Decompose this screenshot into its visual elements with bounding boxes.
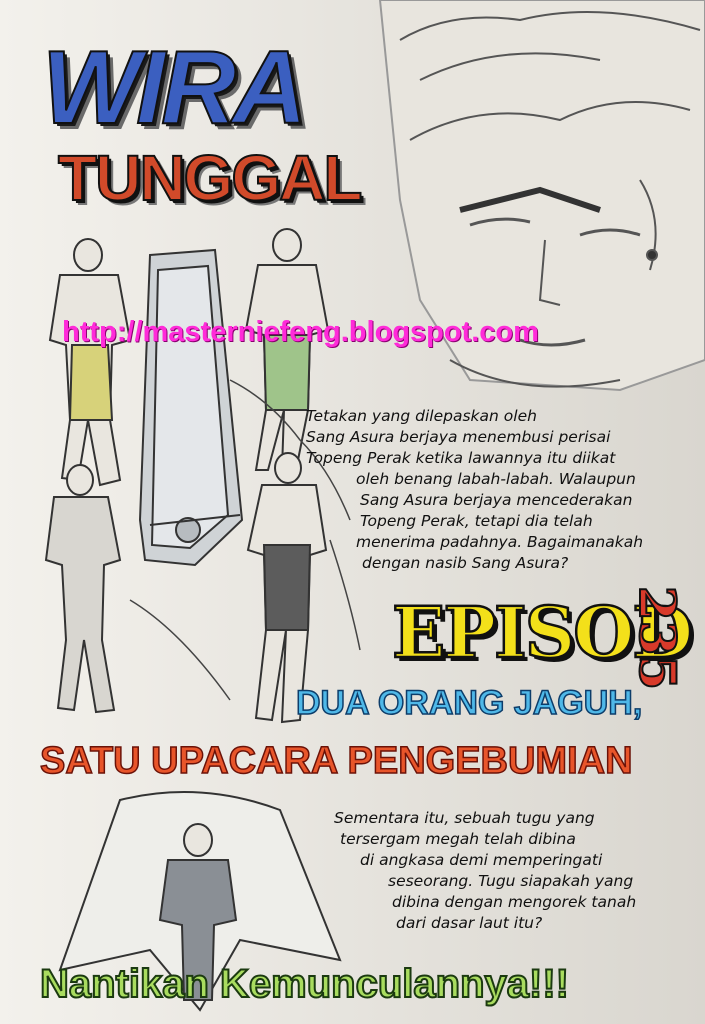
teaser-line: seseorang. Tugu siapakah yang — [388, 872, 634, 890]
episode-title-line1: DUA ORANG JAGUH, — [295, 683, 643, 723]
teaser-line: Sementara itu, sebuah tugu yang — [334, 809, 595, 827]
teaser-line: di angkasa demi memperingati — [360, 851, 603, 869]
next-episode-teaser: Sementara itu, sebuah tugu yang terserga… — [334, 808, 636, 934]
synopsis-line: oleh benang labah-labah. Walaupun — [356, 470, 636, 488]
logo-title-tunggal: TUNGGAL — [57, 142, 363, 214]
synopsis-text: Tetakan yang dilepaskan oleh Sang Asura … — [306, 406, 643, 574]
synopsis-line: Sang Asura berjaya mencederakan — [360, 491, 633, 509]
synopsis-line: Topeng Perak ketika lawannya itu diikat — [306, 449, 616, 467]
wira-tunggal-logo: WIRA TUNGGAL — [34, 28, 374, 228]
synopsis-line: dengan nasib Sang Asura? — [362, 554, 569, 572]
synopsis-line: Topeng Perak, tetapi dia telah — [360, 512, 593, 530]
comic-cover-page: WIRA TUNGGAL http://masterniefeng.blogsp… — [0, 0, 705, 1024]
logo-title-wira: WIRA — [41, 30, 308, 146]
teaser-line: tersergam megah telah dibina — [340, 830, 576, 848]
synopsis-line: Sang Asura berjaya menembusi perisai — [306, 428, 611, 446]
episode-number: 235 — [627, 585, 688, 691]
teaser-line: dari dasar laut itu? — [396, 914, 543, 932]
blog-url-watermark: http://masterniefeng.blogspot.com — [62, 316, 539, 348]
synopsis-line: menerima padahnya. Bagaimanakah — [356, 533, 644, 551]
synopsis-line: Tetakan yang dilepaskan oleh — [306, 407, 537, 425]
coming-soon-footer: Nantikan Kemunculannya!!! — [39, 961, 570, 1007]
teaser-line: dibina dengan mengorek tanah — [392, 893, 637, 911]
episode-title-line2: SATU UPACARA PENGEBUMIAN — [39, 739, 633, 783]
